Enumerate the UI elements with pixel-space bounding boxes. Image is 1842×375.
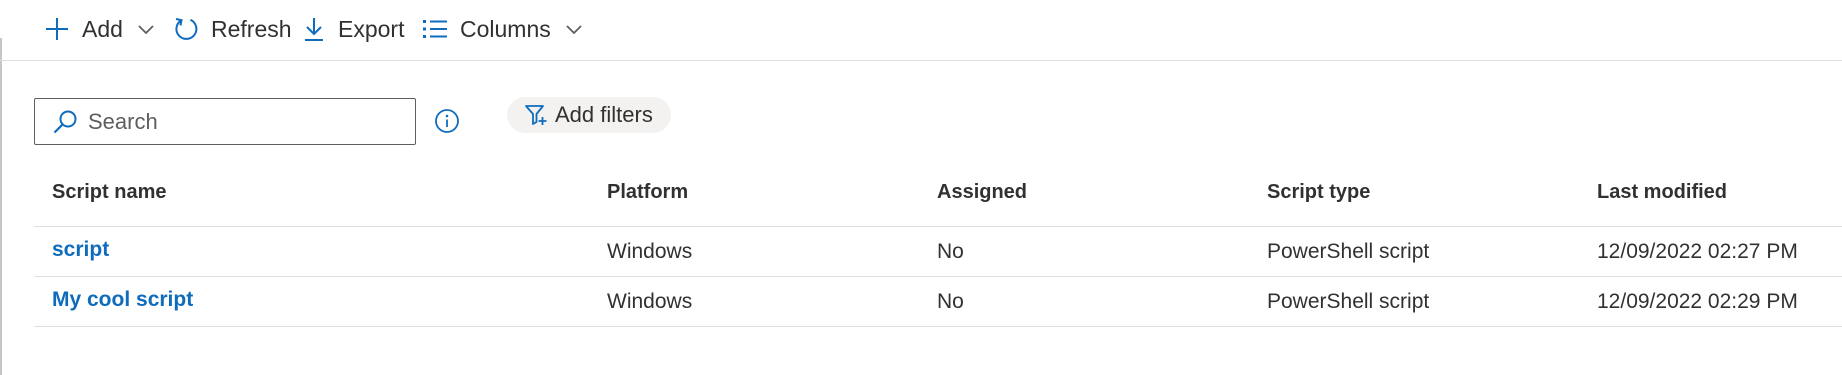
info-icon[interactable] — [434, 108, 460, 134]
search-icon — [52, 109, 78, 135]
refresh-label: Refresh — [211, 15, 292, 42]
platform-cell: Windows — [607, 289, 693, 313]
list-icon — [422, 17, 448, 41]
download-icon — [302, 16, 326, 42]
column-header-script-name[interactable]: Script name — [52, 165, 166, 220]
export-label: Export — [338, 15, 405, 42]
script-name-link[interactable]: My cool script — [52, 275, 193, 324]
chevron-down-icon — [565, 23, 583, 35]
table-header-row: Script name Platform Assigned Script typ… — [34, 171, 1842, 227]
assigned-cell: No — [937, 289, 964, 313]
column-header-script-type[interactable]: Script type — [1267, 165, 1370, 220]
columns-label: Columns — [460, 15, 551, 42]
add-filters-label: Add filters — [555, 102, 653, 127]
table-row[interactable]: script Windows No PowerShell script 12/0… — [34, 227, 1842, 277]
refresh-icon — [173, 16, 199, 42]
add-filters-button[interactable]: Add filters — [507, 97, 671, 133]
last-modified-cell: 12/09/2022 02:27 PM — [1597, 239, 1798, 263]
last-modified-cell: 12/09/2022 02:29 PM — [1597, 289, 1798, 313]
search-input[interactable] — [88, 108, 388, 135]
column-header-assigned[interactable]: Assigned — [937, 165, 1027, 220]
export-button[interactable]: Export — [302, 10, 404, 48]
scripts-table: Script name Platform Assigned Script typ… — [34, 171, 1842, 327]
script-type-cell: PowerShell script — [1267, 239, 1430, 263]
filter-icon — [524, 103, 548, 127]
search-box[interactable] — [34, 98, 416, 145]
refresh-button[interactable]: Refresh — [173, 10, 292, 48]
table-row[interactable]: My cool script Windows No PowerShell scr… — [34, 277, 1842, 327]
columns-button[interactable]: Columns — [422, 10, 583, 48]
script-type-cell: PowerShell script — [1267, 289, 1430, 313]
add-label: Add — [82, 15, 123, 42]
script-name-link[interactable]: script — [52, 225, 109, 274]
platform-cell: Windows — [607, 239, 693, 263]
assigned-cell: No — [937, 239, 964, 263]
column-header-last-modified[interactable]: Last modified — [1597, 165, 1727, 220]
chevron-down-icon — [137, 23, 155, 35]
command-bar: Add Refresh Export Columns — [0, 0, 1842, 61]
left-border — [0, 38, 2, 375]
add-button[interactable]: Add — [44, 10, 155, 48]
column-header-platform[interactable]: Platform — [607, 165, 688, 220]
plus-icon — [44, 16, 70, 42]
